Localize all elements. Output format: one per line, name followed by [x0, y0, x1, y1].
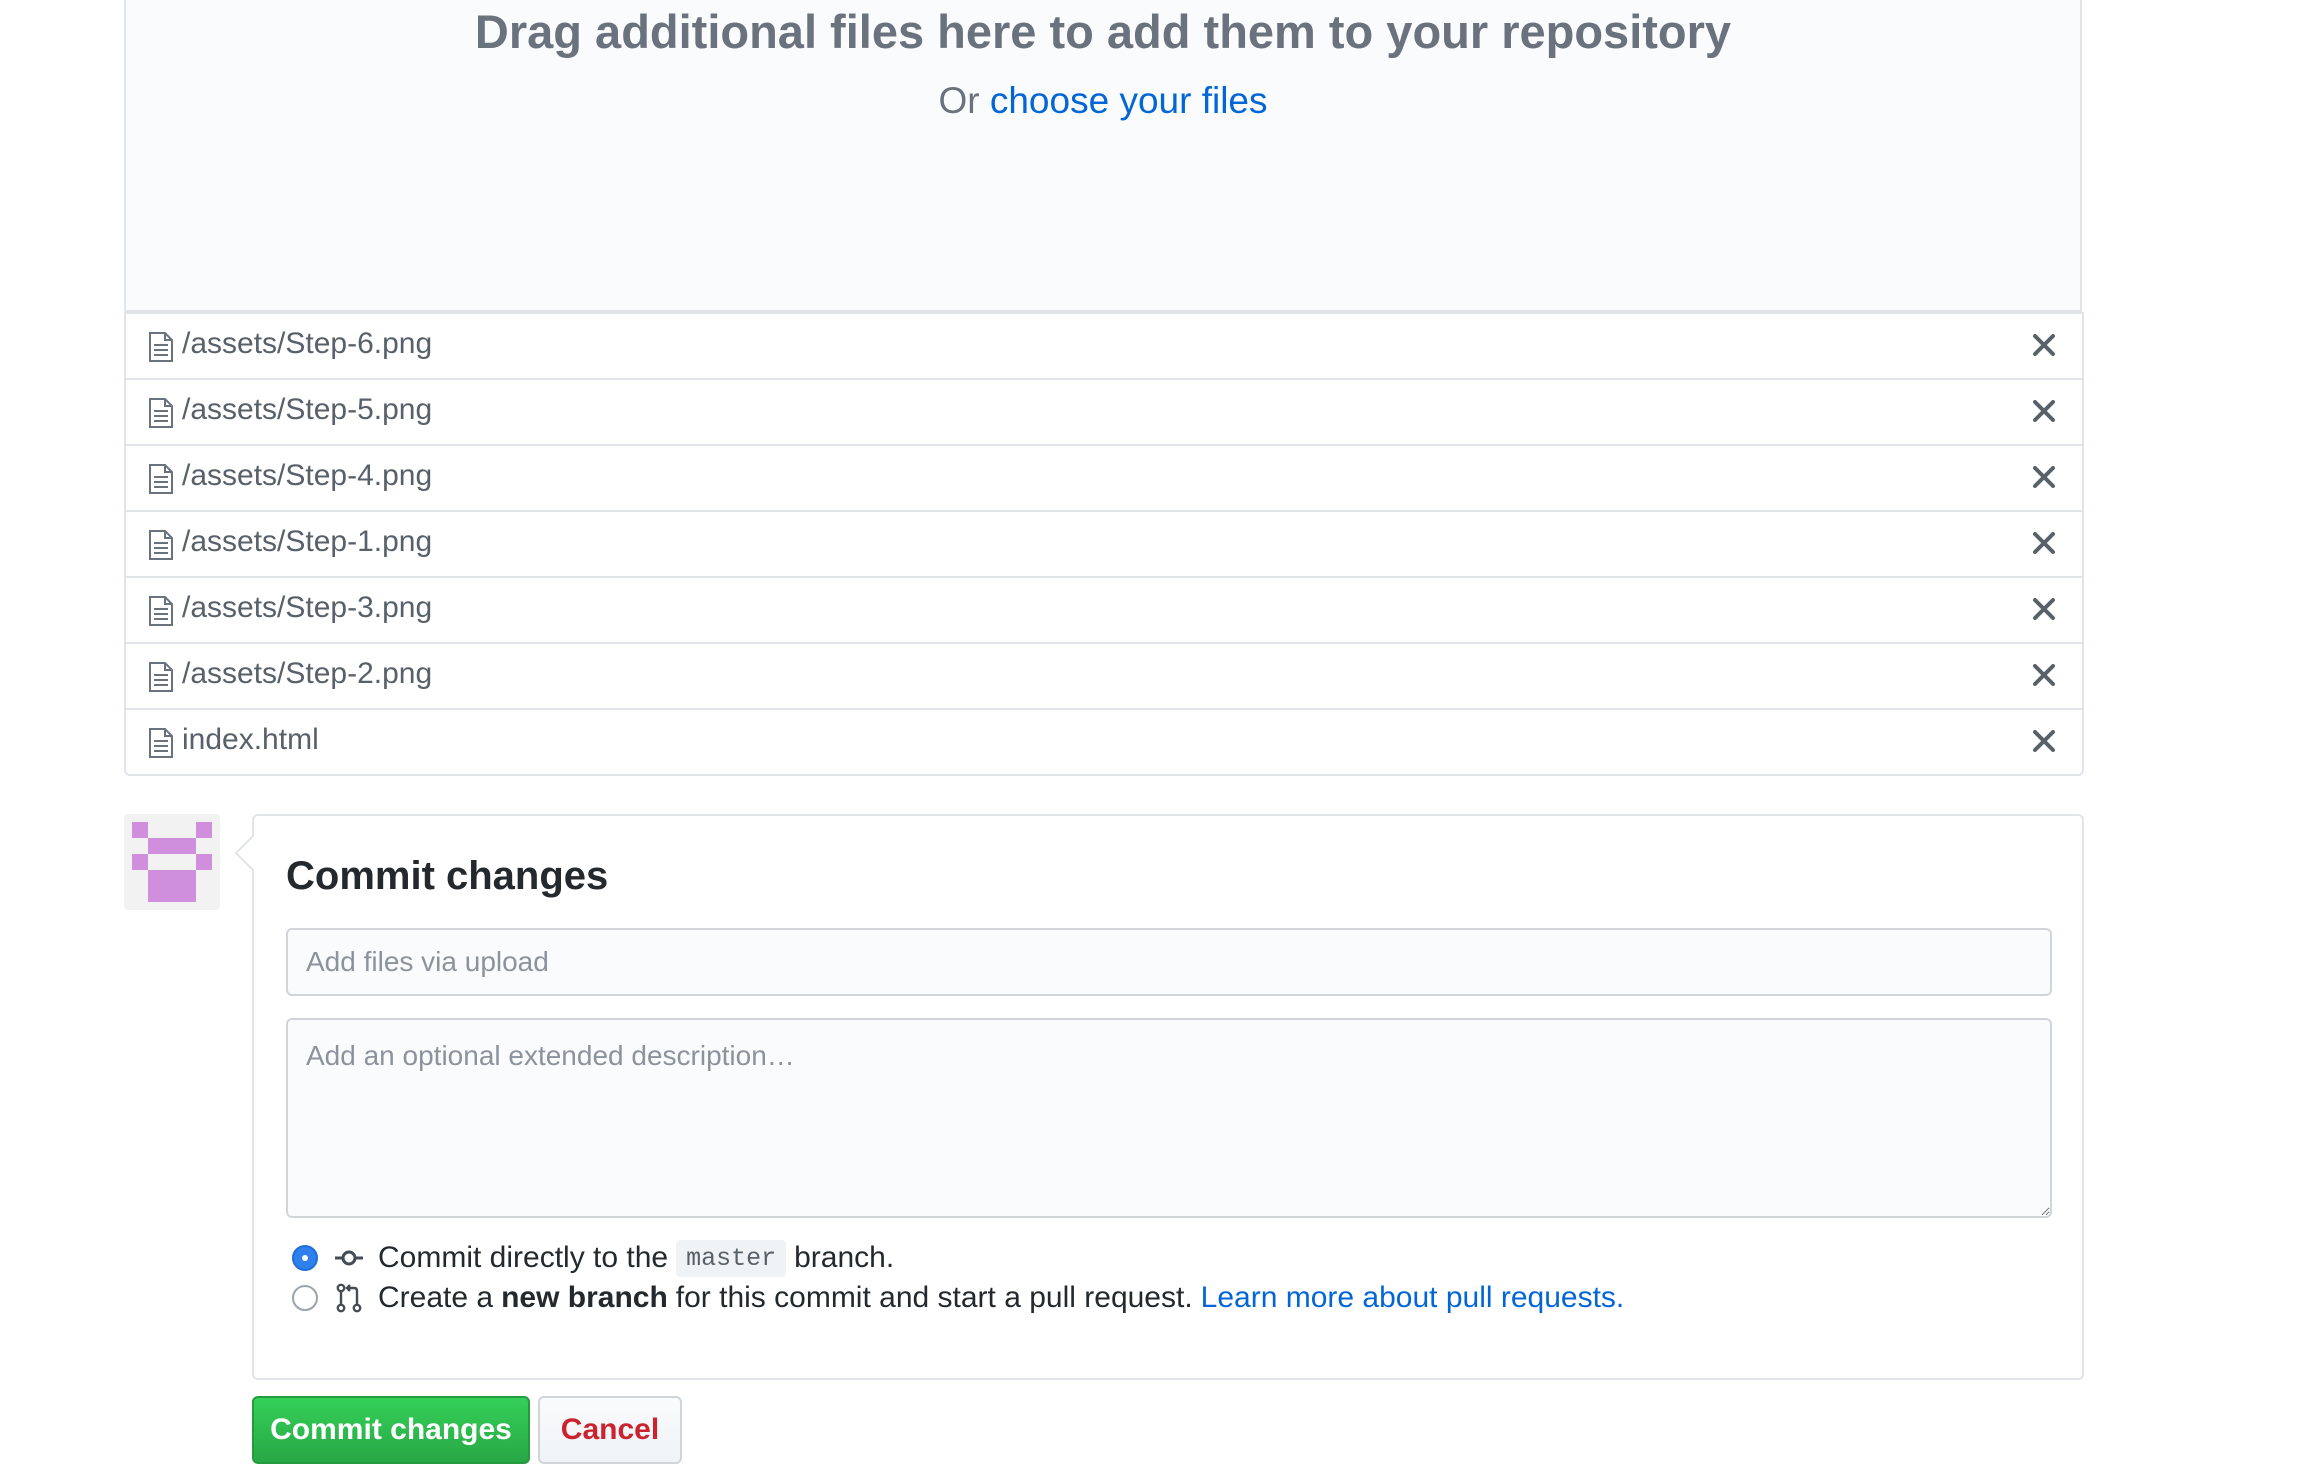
remove-file-icon[interactable] — [2030, 463, 2058, 491]
commit-summary-input[interactable] — [286, 928, 2052, 996]
commit-form: Commit changes Commit directly to the ma… — [252, 814, 2084, 1380]
file-name: /assets/Step-2.png — [182, 657, 433, 690]
new-branch-text-suffix: for this commit and start a pull request… — [675, 1281, 1193, 1314]
commit-direct-text: Commit directly to the — [378, 1241, 669, 1274]
file-row: index.html — [126, 708, 2082, 774]
uploaded-file-list: /assets/Step-6.png/assets/Step-5.png/ass… — [124, 312, 2084, 776]
file-dropzone[interactable]: Drag additional files here to add them t… — [124, 0, 2082, 312]
commit-description-input[interactable] — [286, 1018, 2052, 1218]
avatar-identicon — [132, 822, 212, 902]
file-row: /assets/Step-5.png — [126, 378, 2082, 444]
remove-file-icon[interactable] — [2030, 529, 2058, 557]
file-name: /assets/Step-4.png — [182, 459, 433, 492]
avatar — [124, 814, 220, 910]
cancel-button[interactable]: Cancel — [538, 1396, 682, 1464]
dropzone-subtitle: Or choose your files — [126, 80, 2080, 122]
new-branch-radio[interactable] — [292, 1285, 318, 1311]
remove-file-icon[interactable] — [2030, 595, 2058, 623]
file-icon — [149, 728, 173, 758]
pull-request-icon — [336, 1283, 362, 1313]
choose-files-link[interactable]: choose your files — [990, 80, 1268, 121]
new-branch-option[interactable]: Create a new branch for this commit and … — [292, 1278, 1624, 1318]
remove-file-icon[interactable] — [2030, 331, 2058, 359]
commit-direct-suffix: branch. — [794, 1241, 895, 1274]
dropzone-title: Drag additional files here to add them t… — [474, 5, 1732, 58]
file-row: /assets/Step-2.png — [126, 642, 2082, 708]
file-row: /assets/Step-3.png — [126, 576, 2082, 642]
git-commit-icon — [335, 1250, 363, 1266]
remove-file-icon[interactable] — [2030, 727, 2058, 755]
file-name: /assets/Step-6.png — [182, 327, 433, 360]
file-icon — [149, 332, 173, 362]
file-name: /assets/Step-5.png — [182, 393, 433, 426]
commit-form-title: Commit changes — [286, 854, 609, 898]
file-icon — [149, 596, 173, 626]
file-name: /assets/Step-1.png — [182, 525, 433, 558]
file-icon — [149, 398, 173, 428]
commit-direct-option[interactable]: Commit directly to the master branch. — [292, 1238, 894, 1278]
file-icon — [149, 662, 173, 692]
file-row: /assets/Step-6.png — [126, 312, 2082, 378]
file-icon — [149, 464, 173, 494]
file-row: /assets/Step-4.png — [126, 444, 2082, 510]
file-icon — [149, 530, 173, 560]
commit-direct-radio[interactable] — [292, 1245, 318, 1271]
file-row: /assets/Step-1.png — [126, 510, 2082, 576]
file-name: /assets/Step-3.png — [182, 591, 433, 624]
file-name: index.html — [182, 723, 319, 756]
remove-file-icon[interactable] — [2030, 661, 2058, 689]
learn-more-pull-requests-link[interactable]: Learn more about pull requests. — [1201, 1281, 1625, 1315]
commit-changes-button[interactable]: Commit changes — [252, 1396, 530, 1464]
dropzone-subtitle-prefix: Or — [938, 80, 980, 121]
new-branch-text-bold: new branch — [501, 1281, 668, 1314]
new-branch-text-prefix: Create a — [378, 1281, 494, 1314]
branch-name-badge: master — [676, 1239, 787, 1277]
remove-file-icon[interactable] — [2030, 397, 2058, 425]
